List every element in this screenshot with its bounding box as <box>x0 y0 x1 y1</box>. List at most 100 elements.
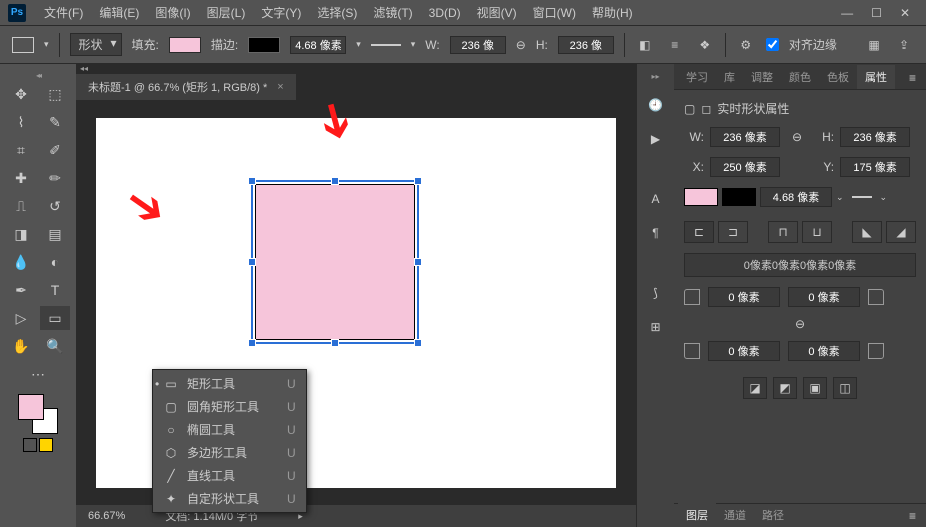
menu-image[interactable]: 图像(I) <box>147 4 198 21</box>
panel-menu-icon[interactable]: ≡ <box>903 67 922 89</box>
resize-handle[interactable] <box>414 258 422 266</box>
eraser-tool[interactable]: ◨ <box>6 222 36 246</box>
menu-type[interactable]: 文字(Y) <box>253 4 309 21</box>
menu-window[interactable]: 窗口(W) <box>525 4 584 21</box>
menu-edit[interactable]: 编辑(E) <box>91 4 147 21</box>
history-panel-icon[interactable]: 🕘 <box>646 95 666 115</box>
window-close-icon[interactable]: ✕ <box>900 6 910 20</box>
link-wh-icon[interactable]: ⊖ <box>786 130 808 144</box>
height-input[interactable] <box>558 36 614 54</box>
prop-stroke-width[interactable] <box>760 187 832 207</box>
shape-tool[interactable]: ▭ <box>40 306 70 330</box>
resize-handle[interactable] <box>414 177 422 185</box>
zoom-level[interactable]: 66.67% <box>88 510 125 522</box>
corner-bl-input[interactable] <box>708 341 780 361</box>
stroke-type-picker[interactable] <box>852 196 872 198</box>
path-ops-icon[interactable]: ◧ <box>635 35 655 55</box>
prop-height-input[interactable] <box>840 127 910 147</box>
quick-select-tool[interactable]: ✎ <box>40 110 70 134</box>
swatches-panel-icon[interactable]: ⊞ <box>646 317 666 337</box>
dodge-tool[interactable]: ◐ <box>40 250 70 274</box>
tab-swatches[interactable]: 色板 <box>819 65 857 89</box>
flyout-line-tool[interactable]: ╱ 直线工具 U <box>153 464 306 487</box>
selected-shape[interactable] <box>251 180 419 344</box>
move-tool[interactable]: ✥ <box>6 82 36 106</box>
align-edges-checkbox[interactable] <box>766 38 779 51</box>
menu-layer[interactable]: 图层(L) <box>199 4 254 21</box>
hand-tool[interactable]: ✋ <box>6 334 36 358</box>
flyout-rounded-rect-tool[interactable]: ▢ 圆角矩形工具 U <box>153 395 306 418</box>
menu-select[interactable]: 选择(S) <box>309 4 365 21</box>
link-corners-icon[interactable]: ⊖ <box>789 317 811 331</box>
edit-toolbar[interactable]: ⋯ <box>23 362 53 386</box>
flyout-ellipse-tool[interactable]: ○ 椭圆工具 U <box>153 418 306 441</box>
eyedropper-tool[interactable]: ✐ <box>40 138 70 162</box>
window-minimize-icon[interactable]: ― <box>841 6 853 20</box>
join-miter[interactable]: ◣ <box>852 221 882 243</box>
path-arrange-icon[interactable]: ❖ <box>695 35 715 55</box>
stroke-width-input[interactable] <box>290 36 346 54</box>
corner-tr-input[interactable] <box>788 287 860 307</box>
screenmode-icon[interactable] <box>39 438 53 452</box>
shape-mode-select[interactable]: 形状 <box>70 33 122 56</box>
quickmask-icon[interactable] <box>23 438 37 452</box>
tool-preset-icon[interactable] <box>12 37 34 53</box>
stroke-style-picker[interactable] <box>371 44 401 46</box>
pen-tool[interactable]: ✒ <box>6 278 36 302</box>
flyout-custom-shape-tool[interactable]: ✦ 自定形状工具 U <box>153 487 306 510</box>
width-input[interactable] <box>450 36 506 54</box>
prop-y-input[interactable] <box>840 157 910 177</box>
fill-swatch[interactable] <box>169 37 201 53</box>
pathop-combine[interactable]: ◪ <box>743 377 767 399</box>
crop-tool[interactable]: ⌗ <box>6 138 36 162</box>
tab-properties[interactable]: 属性 <box>857 65 895 89</box>
menu-view[interactable]: 视图(V) <box>469 4 525 21</box>
pathop-intersect[interactable]: ▣ <box>803 377 827 399</box>
share-icon[interactable]: ⇪ <box>894 35 914 55</box>
join-round[interactable]: ◢ <box>886 221 916 243</box>
resize-handle[interactable] <box>414 339 422 347</box>
tab-adjustments[interactable]: 调整 <box>743 65 781 89</box>
tab-learn[interactable]: 学习 <box>678 65 716 89</box>
cap-butt[interactable]: ⊓ <box>768 221 798 243</box>
blur-tool[interactable]: 💧 <box>6 250 36 274</box>
prop-width-input[interactable] <box>710 127 780 147</box>
pathop-subtract[interactable]: ◩ <box>773 377 797 399</box>
menu-filter[interactable]: 滤镜(T) <box>365 4 420 21</box>
zoom-tool[interactable]: 🔍 <box>40 334 70 358</box>
play-panel-icon[interactable]: ▶ <box>646 129 666 149</box>
resize-handle[interactable] <box>248 177 256 185</box>
healing-tool[interactable]: ✚ <box>6 166 36 190</box>
path-select-tool[interactable]: ▷ <box>6 306 36 330</box>
resize-handle[interactable] <box>331 339 339 347</box>
paragraph-panel-icon[interactable]: ¶ <box>646 223 666 243</box>
cap-round[interactable]: ⊔ <box>802 221 832 243</box>
prop-x-input[interactable] <box>710 157 780 177</box>
layers-menu-icon[interactable]: ≡ <box>903 505 922 527</box>
color-swatches[interactable] <box>18 394 58 434</box>
tab-channels[interactable]: 通道 <box>716 503 754 527</box>
history-brush-tool[interactable]: ↺ <box>40 194 70 218</box>
path-align-icon[interactable]: ≡ <box>665 35 685 55</box>
corner-tl-input[interactable] <box>708 287 780 307</box>
tab-layers[interactable]: 图层 <box>678 503 716 527</box>
window-maximize-icon[interactable]: ☐ <box>871 6 882 20</box>
tab-paths[interactable]: 路径 <box>754 503 792 527</box>
flyout-rectangle-tool[interactable]: ▭ 矩形工具 U <box>153 372 306 395</box>
resize-handle[interactable] <box>248 339 256 347</box>
foreground-color[interactable] <box>18 394 44 420</box>
toolbox-grip[interactable] <box>18 72 58 78</box>
character-panel-icon[interactable]: A <box>646 189 666 209</box>
gradient-tool[interactable]: ▤ <box>40 222 70 246</box>
type-tool[interactable]: T <box>40 278 70 302</box>
menu-3d[interactable]: 3D(D) <box>421 6 469 20</box>
prop-fill-swatch[interactable] <box>684 188 718 206</box>
lasso-tool[interactable]: ⌇ <box>6 110 36 134</box>
flyout-polygon-tool[interactable]: ⬡ 多边形工具 U <box>153 441 306 464</box>
document-tab[interactable]: 未标题-1 @ 66.7% (矩形 1, RGB/8) * × <box>76 74 296 100</box>
stroke-align-center[interactable]: ⊐ <box>718 221 748 243</box>
tab-color[interactable]: 颜色 <box>781 65 819 89</box>
workspace-icon[interactable]: ▦ <box>864 35 884 55</box>
pathop-exclude[interactable]: ◫ <box>833 377 857 399</box>
stroke-swatch[interactable] <box>248 37 280 53</box>
